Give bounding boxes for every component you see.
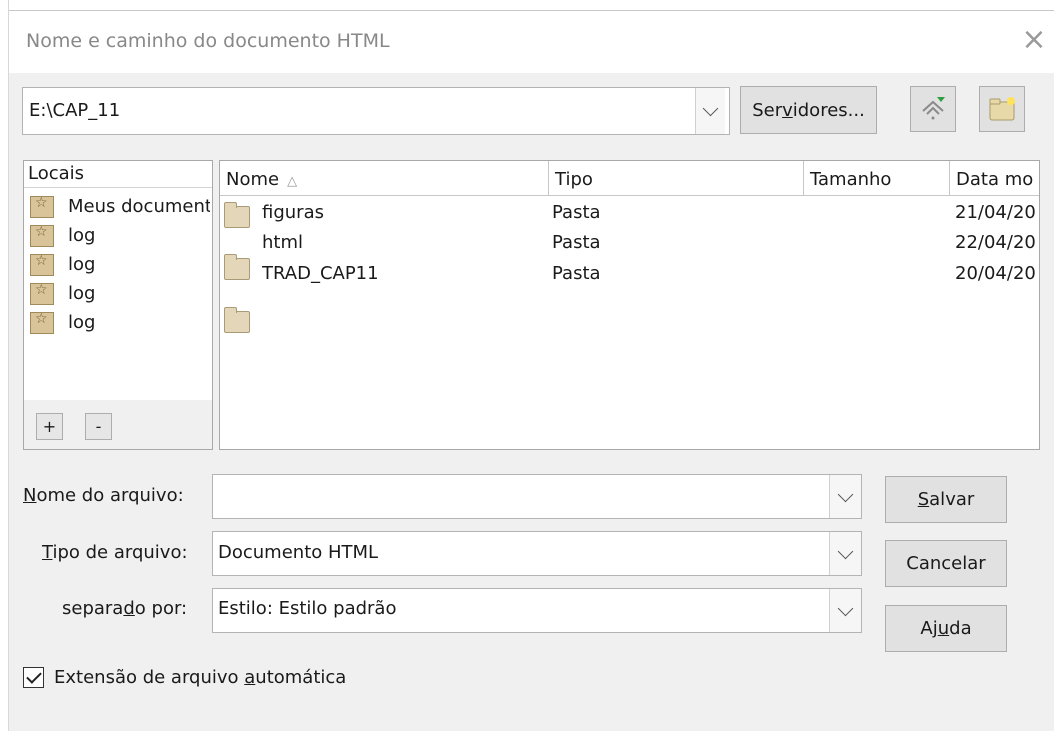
chevron-down-icon	[837, 600, 854, 616]
close-icon[interactable]: ×	[1019, 22, 1049, 58]
help-button[interactable]: Aj u da	[885, 605, 1007, 652]
place-item-label: log	[68, 225, 96, 246]
filetype-label: Tipo de arquivo:	[42, 542, 188, 563]
remove-place-button[interactable]: -	[85, 413, 112, 440]
column-header-date[interactable]: Data mo	[950, 161, 1039, 196]
file-type: Pasta	[552, 232, 601, 253]
servers-button[interactable]: Ser v idores...	[740, 86, 877, 134]
auto-extension-label-text: Extensão de arquivo	[54, 667, 245, 688]
servers-label-part: idores...	[792, 99, 865, 121]
file-date: 20/04/20	[955, 263, 1036, 284]
file-name: html	[262, 232, 304, 253]
table-row[interactable]	[222, 200, 1038, 228]
up-level-button[interactable]	[910, 86, 956, 132]
path-dropdown-button[interactable]	[695, 88, 725, 134]
separator-label-text: o por:	[134, 598, 188, 619]
window-title: Nome e caminho do documento HTML	[26, 30, 390, 52]
servers-label-mnemonic: v	[782, 99, 793, 121]
place-item[interactable]: log	[30, 221, 210, 250]
separator-label-text: separa	[62, 598, 124, 619]
favorite-folder-icon	[30, 253, 54, 276]
places-header: Locais	[24, 161, 212, 188]
help-label-text: Aj	[920, 618, 938, 639]
separator-value: Estilo: Estilo padrão	[218, 598, 397, 619]
place-item[interactable]: log	[30, 279, 210, 308]
sort-ascending-icon: △	[287, 174, 298, 189]
level-up-icon	[922, 97, 945, 120]
path-value: E:\CAP_11	[29, 100, 121, 121]
separator-label-mnemonic: d	[123, 598, 135, 619]
new-folder-button[interactable]	[979, 86, 1025, 132]
filetype-label-text: ipo de arquivo:	[52, 542, 188, 563]
add-place-button[interactable]: +	[36, 413, 63, 440]
separator-label: separado por:	[62, 598, 187, 619]
favorite-folder-icon	[30, 311, 54, 334]
place-item-label: Meus documentos	[68, 196, 210, 217]
servers-label-part: Ser	[752, 99, 783, 121]
place-item-label: log	[68, 283, 96, 304]
file-date: 22/04/20	[955, 232, 1036, 253]
place-item[interactable]: log	[30, 308, 210, 337]
file-date: 21/04/20	[955, 202, 1036, 223]
favorite-folder-icon	[30, 224, 54, 247]
save-button[interactable]: Salvar	[885, 476, 1007, 523]
file-name: TRAD_CAP11	[262, 263, 379, 284]
filetype-value: Documento HTML	[218, 542, 379, 563]
auto-extension-label-mnemonic: a	[244, 667, 256, 688]
path-combobox[interactable]	[22, 87, 730, 135]
chevron-down-icon	[837, 543, 854, 559]
column-header-type[interactable]: Tipo	[549, 161, 804, 196]
chevron-down-icon	[702, 100, 719, 117]
file-type: Pasta	[552, 202, 601, 223]
place-item-label: log	[68, 254, 96, 275]
help-label-mnemonic: u	[937, 618, 950, 639]
place-item[interactable]: Meus documentos	[30, 192, 210, 221]
filename-label: Nome do arquivo:	[23, 485, 184, 506]
help-label-text: da	[949, 618, 972, 639]
filetype-label-mnemonic: T	[42, 542, 53, 563]
favorite-folder-icon	[30, 195, 54, 218]
file-type: Pasta	[552, 263, 601, 284]
filetype-dropdown-button[interactable]	[829, 532, 861, 575]
save-label-text: alvar	[929, 489, 975, 510]
filename-label-text: ome do arquivo:	[36, 485, 184, 506]
cancel-button[interactable]: Cancelar	[885, 540, 1007, 587]
place-item[interactable]: log	[30, 250, 210, 279]
folder-icon	[224, 307, 250, 333]
auto-extension-label-text: utomática	[255, 667, 347, 688]
folder-icon	[224, 202, 250, 228]
separator-dropdown-button[interactable]	[829, 589, 861, 632]
file-name: figuras	[262, 202, 324, 223]
new-folder-icon	[989, 97, 1015, 121]
auto-extension-checkbox[interactable]	[23, 667, 44, 688]
table-row[interactable]	[222, 230, 1038, 258]
column-header-label: Nome	[226, 169, 280, 190]
filename-input[interactable]	[212, 474, 862, 519]
column-header-name[interactable]: Nome △	[220, 161, 549, 196]
filename-label-mnemonic: N	[23, 485, 37, 506]
column-header-size[interactable]: Tamanho	[804, 161, 950, 196]
chevron-down-icon	[837, 486, 854, 502]
auto-extension-label[interactable]: Extensão de arquivo automática	[54, 667, 346, 688]
filename-dropdown-button[interactable]	[829, 475, 861, 518]
place-item-label: log	[68, 312, 96, 333]
favorite-folder-icon	[30, 282, 54, 305]
save-label-mnemonic: S	[917, 489, 930, 510]
